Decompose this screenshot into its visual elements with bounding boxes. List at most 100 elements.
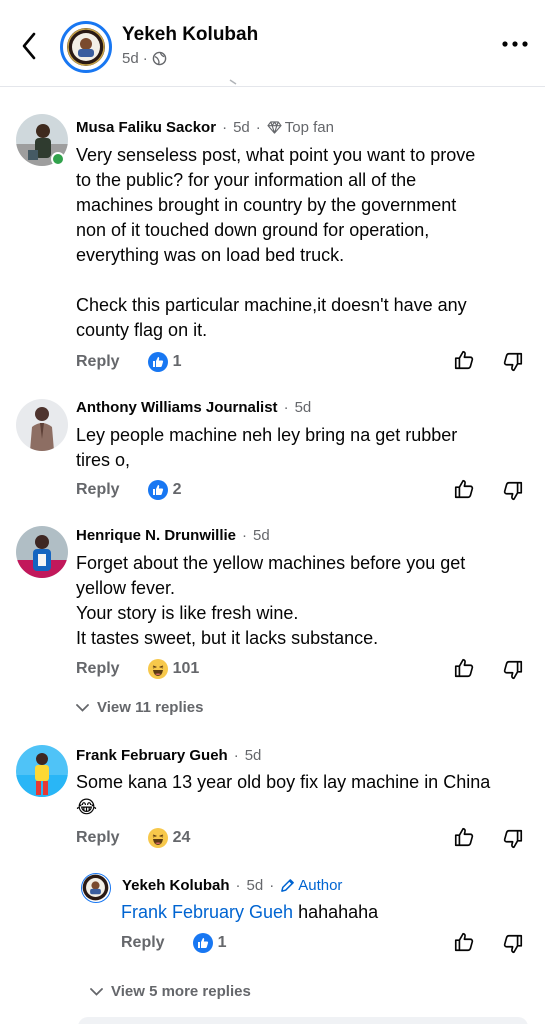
comment-composer[interactable] <box>78 1017 528 1024</box>
top-fan-badge: Top fan <box>267 119 334 136</box>
post-meta: 5d · <box>122 50 167 67</box>
reaction-summary[interactable]: 101 <box>147 659 199 679</box>
author-badge: Author <box>280 877 342 894</box>
emoji-line: 😂 <box>76 797 98 817</box>
comment-time[interactable]: 5d <box>247 877 264 894</box>
comment-author[interactable]: Frank February Gueh <box>76 747 228 764</box>
reaction-count: 24 <box>172 829 191 846</box>
downvote-button[interactable] <box>500 826 526 852</box>
upvote-button[interactable] <box>451 655 477 681</box>
reply-button[interactable]: Reply <box>121 934 165 952</box>
comment-actions: Reply 24 <box>76 828 190 848</box>
comment-text: Ley people machine neh ley bring na get … <box>76 423 526 473</box>
comment-line: non of it touched down ground for operat… <box>76 220 430 240</box>
thumbs-up-icon <box>454 932 474 952</box>
upvote-button[interactable] <box>451 929 477 955</box>
comment-dot: · <box>233 747 239 764</box>
comment-line: yellow fever. <box>76 578 176 598</box>
comment-line: Ley people machine neh ley bring na get … <box>76 425 458 445</box>
comment-time[interactable]: 5d <box>245 747 262 764</box>
like-reaction-icon <box>147 352 168 372</box>
user-photo-icon <box>16 526 68 578</box>
comment-author[interactable]: Musa Faliku Sackor <box>76 119 216 136</box>
like-reaction-icon <box>192 933 213 953</box>
avatar[interactable] <box>16 745 68 797</box>
comment-actions: Reply 2 <box>76 480 181 500</box>
comment-line: It tastes sweet, but it lacks substance. <box>76 628 379 648</box>
meta-separator: · <box>142 50 148 67</box>
comment-dot: · <box>222 119 228 136</box>
thumbs-up-icon <box>454 827 474 847</box>
comment-meta: Musa Faliku Sackor · 5d · Top fan <box>76 119 334 136</box>
reaction-summary[interactable]: 2 <box>147 480 181 500</box>
upvote-button[interactable] <box>451 824 477 850</box>
reaction-summary[interactable]: 1 <box>147 352 182 372</box>
comment-line: county flag on it. <box>76 320 208 340</box>
post-age: 5d <box>122 50 139 67</box>
page-logo-icon <box>82 874 109 901</box>
badge-label: Top fan <box>284 119 334 136</box>
upvote-button[interactable] <box>451 476 477 502</box>
page-name[interactable]: Yekeh Kolubah <box>122 24 258 46</box>
haha-reaction-icon <box>147 659 168 679</box>
comment-text: Very senseless post, what point you want… <box>76 143 526 343</box>
header-divider <box>0 86 545 87</box>
comment-actions: Reply 1 <box>121 933 226 953</box>
page-avatar[interactable] <box>60 21 112 73</box>
comment-author[interactable]: Anthony Williams Journalist <box>76 399 278 416</box>
avatar[interactable] <box>16 526 68 578</box>
reaction-summary[interactable]: 24 <box>147 828 191 848</box>
diamond-icon <box>267 121 282 134</box>
comment-dot: · <box>235 877 241 894</box>
thumbs-down-icon <box>503 481 523 501</box>
reaction-count: 1 <box>217 934 227 951</box>
comment-time[interactable]: 5d <box>253 527 270 544</box>
avatar[interactable] <box>16 399 68 451</box>
comment-meta: Yekeh Kolubah · 5d · Author <box>122 877 342 894</box>
badge-label: Author <box>298 877 343 894</box>
comment-line <box>76 268 526 293</box>
comment-line: Forget about the yellow machines before … <box>76 553 466 573</box>
comment-text: Frank February Gueh hahahaha <box>121 900 521 925</box>
chevron-left-icon <box>22 32 36 60</box>
reply-button[interactable]: Reply <box>76 829 120 847</box>
like-reaction-icon <box>147 480 168 500</box>
reply-button[interactable]: Reply <box>76 353 120 371</box>
comment-time[interactable]: 5d <box>295 399 312 416</box>
upvote-button[interactable] <box>451 347 477 373</box>
mention-link[interactable]: Frank February Gueh <box>121 902 293 922</box>
view-more-replies-button[interactable]: View 5 more replies <box>90 983 251 1000</box>
more-options-button[interactable] <box>498 34 532 54</box>
reaction-summary[interactable]: 1 <box>192 933 227 953</box>
comment-meta: Henrique N. Drunwillie · 5d <box>76 527 270 544</box>
comment-dot: · <box>269 877 275 894</box>
comment-author[interactable]: Yekeh Kolubah <box>122 877 230 894</box>
comment-line: Frank February Gueh hahahaha <box>121 900 521 925</box>
scroll-indicator-icon <box>229 79 237 85</box>
downvote-button[interactable] <box>500 931 526 957</box>
avatar[interactable] <box>81 873 111 903</box>
downvote-button[interactable] <box>500 478 526 504</box>
comment-dot: · <box>255 119 261 136</box>
downvote-button[interactable] <box>500 657 526 683</box>
reaction-count: 1 <box>172 353 182 370</box>
comment-actions: Reply 1 <box>76 352 181 372</box>
thumbs-down-icon <box>503 829 523 849</box>
user-photo-icon <box>16 745 68 797</box>
reply-button[interactable]: Reply <box>76 660 120 678</box>
user-photo-icon <box>16 399 68 451</box>
back-button[interactable] <box>14 28 44 64</box>
view-replies-button[interactable]: View 11 replies <box>76 699 203 716</box>
comment-time[interactable]: 5d <box>233 119 250 136</box>
comment-dot: · <box>242 527 248 544</box>
comment-meta: Anthony Williams Journalist · 5d <box>76 399 311 416</box>
comment-line: machines brought in country by the gover… <box>76 195 457 215</box>
thumbs-down-icon <box>503 934 523 954</box>
comment-line: Some kana 13 year old boy fix lay machin… <box>76 772 491 792</box>
reply-text: hahahaha <box>298 902 379 922</box>
thumbs-up-icon <box>454 479 474 499</box>
reply-button[interactable]: Reply <box>76 481 120 499</box>
thumbs-up-icon <box>454 350 474 370</box>
downvote-button[interactable] <box>500 349 526 375</box>
comment-author[interactable]: Henrique N. Drunwillie <box>76 527 236 544</box>
